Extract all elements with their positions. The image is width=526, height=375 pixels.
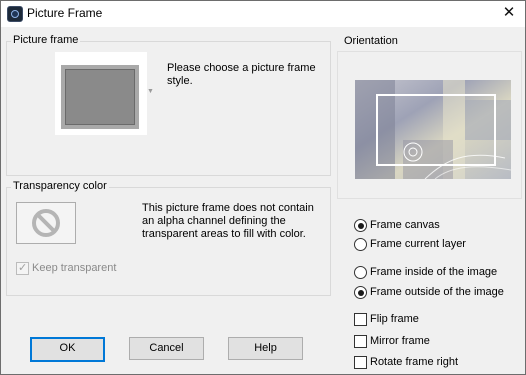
window-title: Picture Frame <box>27 6 103 20</box>
help-button[interactable]: Help <box>228 337 303 360</box>
radio-frame-current-layer-label: Frame current layer <box>370 238 466 250</box>
dropdown-arrow-icon[interactable]: ▼ <box>147 88 154 95</box>
radio-frame-inside-label: Frame inside of the image <box>370 266 498 278</box>
picture-frame-group-label: Picture frame <box>11 34 81 46</box>
transparency-color-swatch <box>16 202 76 244</box>
radio-frame-outside-label: Frame outside of the image <box>370 286 504 298</box>
ok-button[interactable]: OK <box>30 337 105 362</box>
no-symbol-icon <box>32 209 60 237</box>
transparency-color-group-label: Transparency color <box>11 180 109 192</box>
close-icon[interactable]: ✕ <box>495 2 523 24</box>
frame-style-picker[interactable] <box>55 52 147 135</box>
title-bar[interactable]: Picture Frame ✕ <box>1 1 525 27</box>
app-icon <box>7 6 23 22</box>
radio-frame-canvas-label: Frame canvas <box>370 219 440 231</box>
rotate-frame-right-label: Rotate frame right <box>370 356 459 368</box>
frame-style-thumbnail <box>61 65 139 129</box>
flip-frame-label: Flip frame <box>370 313 419 325</box>
picture-frame-dialog: Picture Frame ✕ Picture frame ▼ Please c… <box>0 0 526 375</box>
orientation-preview-image <box>355 80 511 179</box>
keep-transparent-label: Keep transparent <box>32 262 117 274</box>
cancel-button[interactable]: Cancel <box>129 337 204 360</box>
mirror-frame-label: Mirror frame <box>370 335 430 347</box>
transparency-description: This picture frame does not contain an a… <box>142 202 314 240</box>
frame-style-prompt: Please choose a picture frame style. <box>167 62 316 87</box>
orientation-label: Orientation <box>344 35 398 47</box>
